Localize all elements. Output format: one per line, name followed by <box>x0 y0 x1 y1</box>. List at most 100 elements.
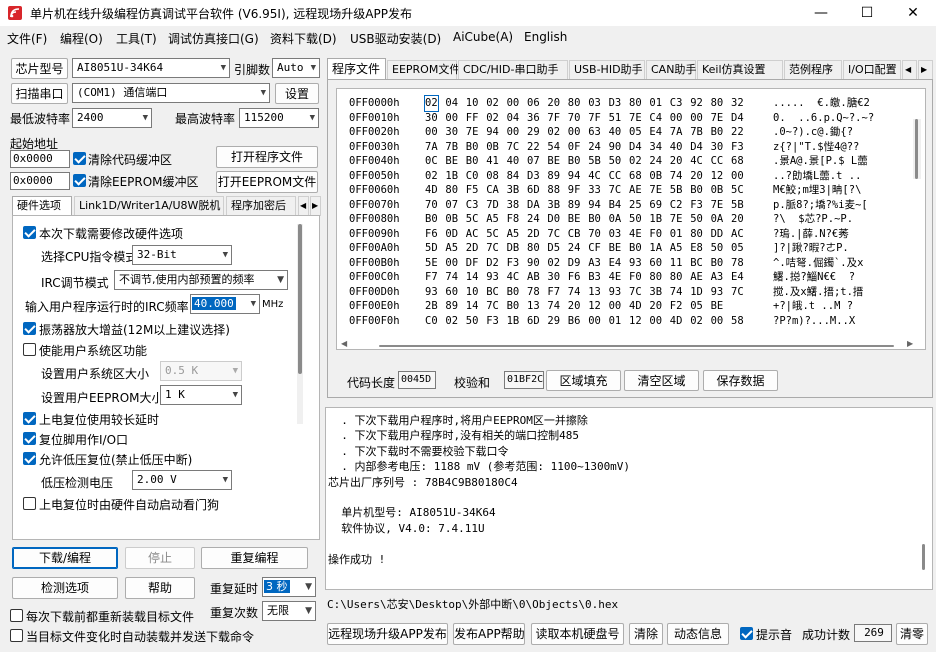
hex-byte[interactable]: 80 <box>649 270 662 285</box>
hex-byte[interactable]: 80 <box>568 96 581 111</box>
tab-examples[interactable]: 范例程序 <box>784 60 842 80</box>
hex-byte[interactable]: 30 <box>445 125 458 140</box>
hex-byte[interactable]: 03 <box>609 227 622 242</box>
tab-encrypt[interactable]: 程序加密后 <box>226 196 296 216</box>
tab-eeprom-file[interactable]: EEPROM文件 <box>387 60 460 80</box>
read-disk-button[interactable]: 读取本机硬盘号 <box>531 623 624 645</box>
hex-byte[interactable]: 7C <box>609 183 622 198</box>
hex-byte[interactable]: 1D <box>690 285 703 300</box>
hex-byte[interactable]: 03 <box>588 96 601 111</box>
hex-byte[interactable]: 05 <box>629 125 642 140</box>
hex-byte[interactable]: 1B <box>445 169 458 184</box>
cpu-mode-select[interactable]: 32-Bit ▼ <box>132 245 232 265</box>
hex-byte[interactable]: 20 <box>690 169 703 184</box>
publish-app-button[interactable]: 远程现场升级APP发布 <box>327 623 448 645</box>
hex-byte[interactable]: 20 <box>670 154 683 169</box>
tab-io-config[interactable]: I/O口配置 <box>843 60 901 80</box>
hex-byte[interactable]: 06 <box>527 96 540 111</box>
hex-byte[interactable]: B0 <box>466 140 479 155</box>
max-baud-select[interactable]: 115200 ▼ <box>239 108 319 128</box>
hex-byte[interactable]: 05 <box>731 241 744 256</box>
hex-byte[interactable]: 7C <box>629 285 642 300</box>
hex-byte[interactable]: 02 <box>547 125 560 140</box>
hex-byte[interactable]: 5B <box>731 198 744 213</box>
hex-byte[interactable]: AC <box>466 227 479 242</box>
hex-byte[interactable]: 80 <box>670 270 683 285</box>
hex-byte[interactable]: 30 <box>425 111 438 126</box>
hex-byte[interactable]: D9 <box>568 256 581 271</box>
prompt-sound-checkbox[interactable] <box>740 627 753 640</box>
hex-byte[interactable]: BE <box>568 212 581 227</box>
hex-byte[interactable]: 7E <box>670 212 683 227</box>
hex-byte[interactable]: 40 <box>507 154 520 169</box>
hex-byte[interactable]: 6D <box>527 314 540 329</box>
hex-byte[interactable]: 24 <box>649 154 662 169</box>
hex-byte[interactable]: 29 <box>527 125 540 140</box>
hex-byte[interactable]: 4D <box>629 299 642 314</box>
hex-byte[interactable]: F3 <box>690 198 703 213</box>
hex-byte[interactable]: D0 <box>547 212 560 227</box>
hex-byte[interactable]: 80 <box>445 183 458 198</box>
hex-byte[interactable]: B0 <box>466 154 479 169</box>
hex-byte[interactable]: E4 <box>649 125 662 140</box>
hex-byte[interactable]: 2B <box>425 299 438 314</box>
hex-byte[interactable]: 7E <box>711 198 724 213</box>
log-output[interactable]: . 下次下载用户程序时,将用户EEPROM区一并擦除 . 下次下载用户程序时,没… <box>325 407 933 590</box>
dynamic-info-button[interactable]: 动态信息 <box>667 623 729 645</box>
hex-byte[interactable]: 7B <box>445 140 458 155</box>
hex-byte[interactable]: 7D <box>486 198 499 213</box>
hex-byte[interactable]: 02 <box>424 95 439 112</box>
hex-byte[interactable]: 54 <box>547 140 560 155</box>
hex-byte[interactable]: 94 <box>486 125 499 140</box>
pins-select[interactable]: Auto ▼ <box>272 58 320 78</box>
hex-byte[interactable]: 07 <box>445 198 458 213</box>
hex-byte[interactable]: 74 <box>568 285 581 300</box>
hex-byte[interactable]: 05 <box>690 299 703 314</box>
hex-byte[interactable]: AB <box>527 270 540 285</box>
hex-byte[interactable]: 25 <box>629 198 642 213</box>
hex-byte[interactable]: 1B <box>507 314 520 329</box>
hex-byte[interactable]: A3 <box>588 256 601 271</box>
hex-byte[interactable]: 20 <box>547 96 560 111</box>
hex-byte[interactable]: 4D <box>670 314 683 329</box>
log-vscroll-thumb[interactable] <box>922 544 925 570</box>
hex-byte[interactable]: 4C <box>588 169 601 184</box>
hex-byte[interactable]: 50 <box>629 212 642 227</box>
hex-byte[interactable]: B0 <box>425 212 438 227</box>
hex-byte[interactable]: 80 <box>690 227 703 242</box>
publish-help-button[interactable]: 发布APP帮助 <box>453 623 525 645</box>
hex-byte[interactable]: 69 <box>649 198 662 213</box>
hex-byte[interactable]: 04 <box>445 96 458 111</box>
hex-byte[interactable]: 00 <box>690 111 703 126</box>
hex-byte[interactable]: 24 <box>588 140 601 155</box>
hex-byte[interactable]: 74 <box>670 169 683 184</box>
hex-byte[interactable]: 7E <box>629 111 642 126</box>
hex-byte[interactable]: 0A <box>609 212 622 227</box>
hex-byte[interactable]: 2D <box>527 227 540 242</box>
clear-log-button[interactable]: 清除 <box>629 623 663 645</box>
hex-byte[interactable]: 4C <box>507 270 520 285</box>
hex-byte[interactable]: 80 <box>629 96 642 111</box>
hex-byte[interactable]: D2 <box>486 256 499 271</box>
hex-byte[interactable]: E8 <box>690 241 703 256</box>
hex-byte[interactable]: 11 <box>670 256 683 271</box>
hex-byte[interactable]: 93 <box>711 285 724 300</box>
clear-area-button[interactable]: 清空区域 <box>624 370 699 391</box>
hex-byte[interactable]: 00 <box>711 314 724 329</box>
hex-byte[interactable]: AC <box>731 227 744 242</box>
hex-byte[interactable]: 29 <box>547 314 560 329</box>
hex-byte[interactable]: B4 <box>609 198 622 213</box>
hex-byte[interactable]: 20 <box>731 212 744 227</box>
hex-byte[interactable]: 2D <box>466 241 479 256</box>
hex-byte[interactable]: B0 <box>711 125 724 140</box>
hex-byte[interactable]: 38 <box>507 198 520 213</box>
minimize-icon[interactable]: — <box>798 0 844 26</box>
hex-byte[interactable]: 60 <box>649 256 662 271</box>
hex-byte[interactable]: 30 <box>711 140 724 155</box>
hex-byte[interactable]: F2 <box>670 299 683 314</box>
hex-byte[interactable]: 93 <box>425 285 438 300</box>
tab-hardware-options[interactable]: 硬件选项 <box>12 196 72 216</box>
download-program-button[interactable]: 下载/编程 <box>12 547 118 569</box>
hex-byte[interactable]: B0 <box>629 241 642 256</box>
clear-eeprom-checkbox[interactable] <box>73 174 86 187</box>
